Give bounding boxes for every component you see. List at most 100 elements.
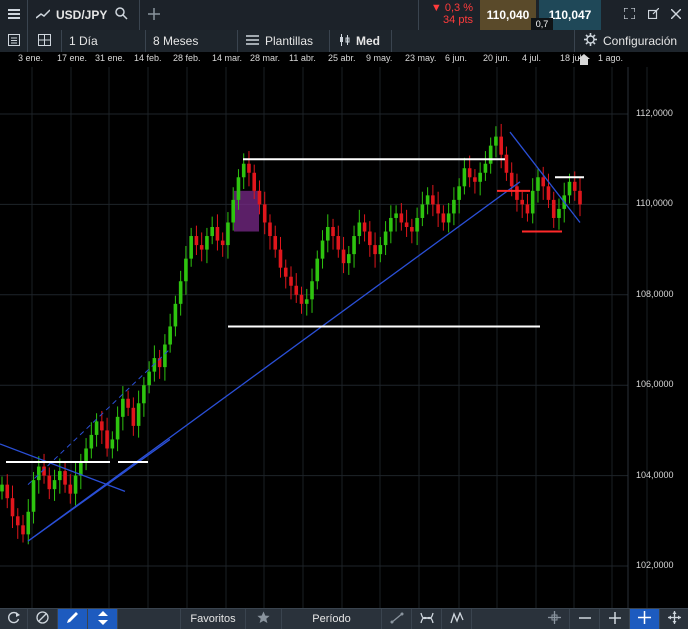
favorites-button[interactable]: Favoritos (180, 609, 246, 629)
candle-body (530, 190, 535, 214)
candle-body (268, 222, 272, 237)
candle-body (310, 281, 314, 300)
candle-body (389, 217, 393, 232)
candle-body (236, 177, 241, 200)
candle-body (247, 163, 251, 173)
fullscreen-button[interactable] (660, 609, 688, 629)
clear-drawings-button[interactable] (28, 609, 58, 629)
list-view-button[interactable] (0, 30, 28, 52)
candle-body (473, 177, 477, 182)
candle-body (178, 281, 183, 304)
top-bar: USD/JPY ▼ 0,3 % 34 pts 110,040 0,7 110,0… (0, 0, 688, 31)
pattern-tool-button[interactable] (442, 609, 472, 629)
candle-body (499, 136, 503, 155)
candle-body (278, 249, 283, 268)
range-select[interactable]: 8 Meses (146, 30, 238, 52)
settings-label: Configuración (603, 34, 678, 48)
candle-body (105, 430, 109, 449)
candle-body (252, 172, 257, 191)
candle-body (31, 480, 36, 512)
line-tool-icon (390, 612, 404, 627)
close-button[interactable] (664, 0, 688, 30)
candle-body (199, 245, 204, 250)
zoom-in-button[interactable] (600, 609, 630, 629)
refresh-button[interactable] (0, 609, 28, 629)
price-type-select[interactable]: Med (330, 30, 392, 52)
fibonacci-tool-button[interactable] (412, 609, 442, 629)
period-button[interactable]: Período (282, 609, 382, 629)
range-label: 8 Meses (153, 34, 199, 48)
templates-icon (246, 34, 259, 48)
plus-icon (608, 611, 621, 627)
candle-body (89, 434, 94, 449)
candle-body (126, 398, 130, 408)
candle-body (5, 484, 10, 499)
symbol-tab[interactable]: USD/JPY (28, 0, 140, 30)
candle-body (457, 186, 461, 200)
draw-tool-button[interactable] (58, 609, 88, 629)
expand-icon (622, 7, 636, 22)
candle-body (378, 245, 383, 255)
line-tool-button[interactable] (382, 609, 412, 629)
crosshair-mode-button[interactable] (630, 609, 660, 629)
price-chart[interactable]: 112,0000 110,0000 108,0000 106,0000 104,0000… (0, 67, 688, 608)
candle-body (131, 407, 136, 426)
search-icon[interactable] (115, 7, 128, 23)
candle-body (84, 448, 88, 463)
candle-body (304, 299, 309, 304)
candle-body (551, 199, 556, 218)
candle-body (446, 213, 451, 223)
popout-button[interactable] (642, 0, 664, 30)
layout-button[interactable] (28, 30, 62, 52)
change-points: 34 pts (443, 14, 473, 26)
settings-button[interactable]: Configuración (574, 30, 688, 52)
time-axis: 3 ene. 17 ene. 31 ene. 14 feb. 28 feb. 14 mar… (0, 52, 688, 67)
trend-tool-button[interactable] (88, 609, 118, 629)
minus-icon (578, 612, 591, 627)
interval-select[interactable]: 1 Día (62, 30, 146, 52)
candle-body (173, 303, 178, 327)
star-button[interactable] (246, 609, 282, 629)
candle-body (452, 199, 456, 214)
candle-body (494, 136, 498, 146)
candle-body (368, 231, 372, 246)
star-icon (257, 611, 270, 627)
arrows-icon (97, 610, 109, 628)
bid-price-button[interactable]: 110,040 (480, 0, 536, 30)
templates-button[interactable]: Plantillas (238, 30, 330, 52)
time-tick-label: 25 abr. (328, 53, 356, 63)
bid-price: 110,040 (486, 8, 530, 22)
candle-body (15, 516, 20, 526)
candle-body (58, 471, 62, 481)
candle-body (47, 475, 52, 490)
close-icon (670, 8, 682, 22)
candle-body (110, 439, 115, 449)
period-label: Período (312, 613, 351, 625)
chart-canvas[interactable] (0, 67, 688, 608)
zoom-out-button[interactable] (570, 609, 600, 629)
candle-body (226, 222, 230, 246)
candle-body (163, 344, 167, 368)
candle-body (515, 186, 519, 200)
time-tick-label: 11 abr. (289, 53, 316, 63)
candle-body (546, 186, 551, 200)
scroll-latest-button[interactable] (577, 53, 591, 66)
candle-body (231, 199, 235, 223)
candle-body (509, 172, 514, 187)
candle-body (578, 190, 582, 205)
candle-body (315, 258, 320, 282)
candle-body (294, 285, 299, 295)
menu-button[interactable] (0, 0, 28, 30)
plus-icon (148, 7, 160, 23)
expand-button[interactable] (618, 0, 640, 30)
candle-body (273, 236, 278, 250)
price-tick-label: 102,0000 (636, 560, 674, 570)
favorites-label: Favoritos (190, 613, 236, 625)
crosshair-tool-button[interactable] (540, 609, 570, 629)
candle-body (0, 484, 4, 492)
add-tab-button[interactable] (140, 0, 168, 30)
popout-icon (647, 7, 659, 22)
time-tick-label: 1 ago. (598, 53, 624, 63)
candle-body (441, 213, 446, 223)
candle-body (262, 204, 267, 223)
